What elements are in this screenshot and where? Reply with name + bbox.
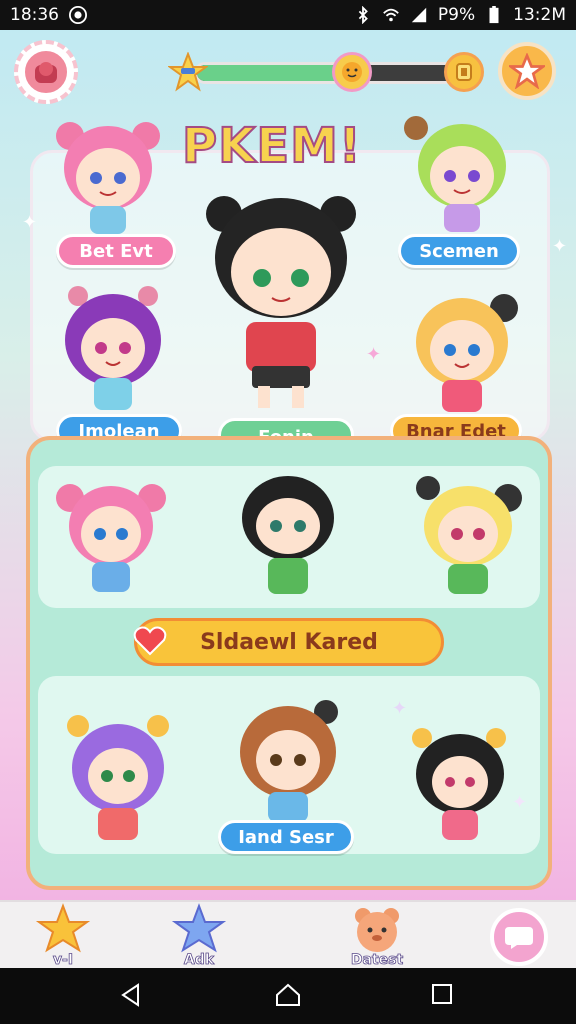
bear-icon — [355, 908, 399, 952]
star-icon — [171, 903, 227, 953]
chat-button[interactable] — [490, 908, 548, 966]
character-label-bottom[interactable]: Iand Sesr — [218, 820, 354, 854]
back-icon[interactable] — [118, 982, 144, 1008]
bluetooth-icon — [358, 6, 368, 24]
signal-icon — [411, 7, 427, 23]
character-green-hair[interactable] — [402, 110, 522, 235]
profile-avatar[interactable] — [14, 40, 78, 104]
sparkle-icon: ✦ — [552, 236, 568, 257]
progress-bar — [194, 62, 456, 84]
recents-icon[interactable] — [430, 982, 454, 1006]
sparkle-icon: ✦ — [512, 792, 528, 813]
battery-text: P9% — [437, 5, 476, 25]
character-label-top-right[interactable]: Scemen — [398, 234, 520, 268]
reward-face-icon[interactable] — [332, 52, 372, 92]
app-notification-icon — [69, 6, 87, 24]
heart-icon — [133, 626, 167, 656]
wifi-icon — [383, 8, 399, 22]
game-title: PKEM! — [181, 117, 362, 175]
star-icon — [168, 52, 208, 92]
star-outline-icon — [509, 53, 545, 89]
character-purple-hair[interactable] — [56, 284, 170, 414]
house-star-icon — [35, 903, 91, 953]
nav-item-home[interactable]: v-I — [18, 902, 108, 970]
progress-fill — [197, 65, 351, 81]
nav-label-add: Adk — [183, 952, 215, 969]
character-violet-hair[interactable] — [62, 712, 174, 844]
character-black-hair-main[interactable] — [196, 186, 366, 412]
character-black-hair-red[interactable] — [408, 726, 512, 844]
coin-icon[interactable] — [444, 52, 484, 92]
character-label-top-left[interactable]: Bet Evt — [56, 234, 176, 268]
favorites-star-button[interactable] — [498, 42, 556, 100]
home-icon[interactable] — [274, 982, 302, 1008]
nav-label-datest: Datest — [350, 952, 404, 969]
nav-label-home: v-I — [52, 952, 74, 969]
status-time-right: 13:2M — [513, 5, 566, 25]
chat-bubble-icon — [505, 927, 533, 949]
character-blonde-hair[interactable] — [404, 284, 524, 416]
sparkle-icon: ✦ — [392, 698, 408, 719]
character-blonde-bun[interactable] — [410, 474, 526, 600]
status-time-left: 18:36 — [10, 5, 59, 25]
avatar-face-icon — [35, 62, 57, 83]
top-hud — [0, 38, 576, 108]
character-pink-hair[interactable] — [48, 108, 168, 238]
character-pink-twin[interactable] — [52, 474, 170, 598]
battery-icon — [489, 6, 499, 24]
system-navigation-bar — [0, 968, 576, 1024]
nav-item-add[interactable]: Adk — [154, 902, 244, 970]
event-banner[interactable]: Sldaewl Kared — [134, 618, 444, 666]
sparkle-icon: ✦ — [366, 344, 382, 365]
status-bar: 18:36 P9% 13:2M — [0, 0, 576, 30]
level-progress — [168, 52, 488, 92]
bottom-navigation: v-I Adk Datest — [0, 900, 576, 968]
nav-item-datest[interactable]: Datest — [332, 902, 422, 970]
sparkle-icon: ✦ — [22, 212, 38, 233]
character-brown-hair[interactable] — [232, 696, 344, 826]
character-black-hair-green[interactable] — [234, 468, 342, 600]
